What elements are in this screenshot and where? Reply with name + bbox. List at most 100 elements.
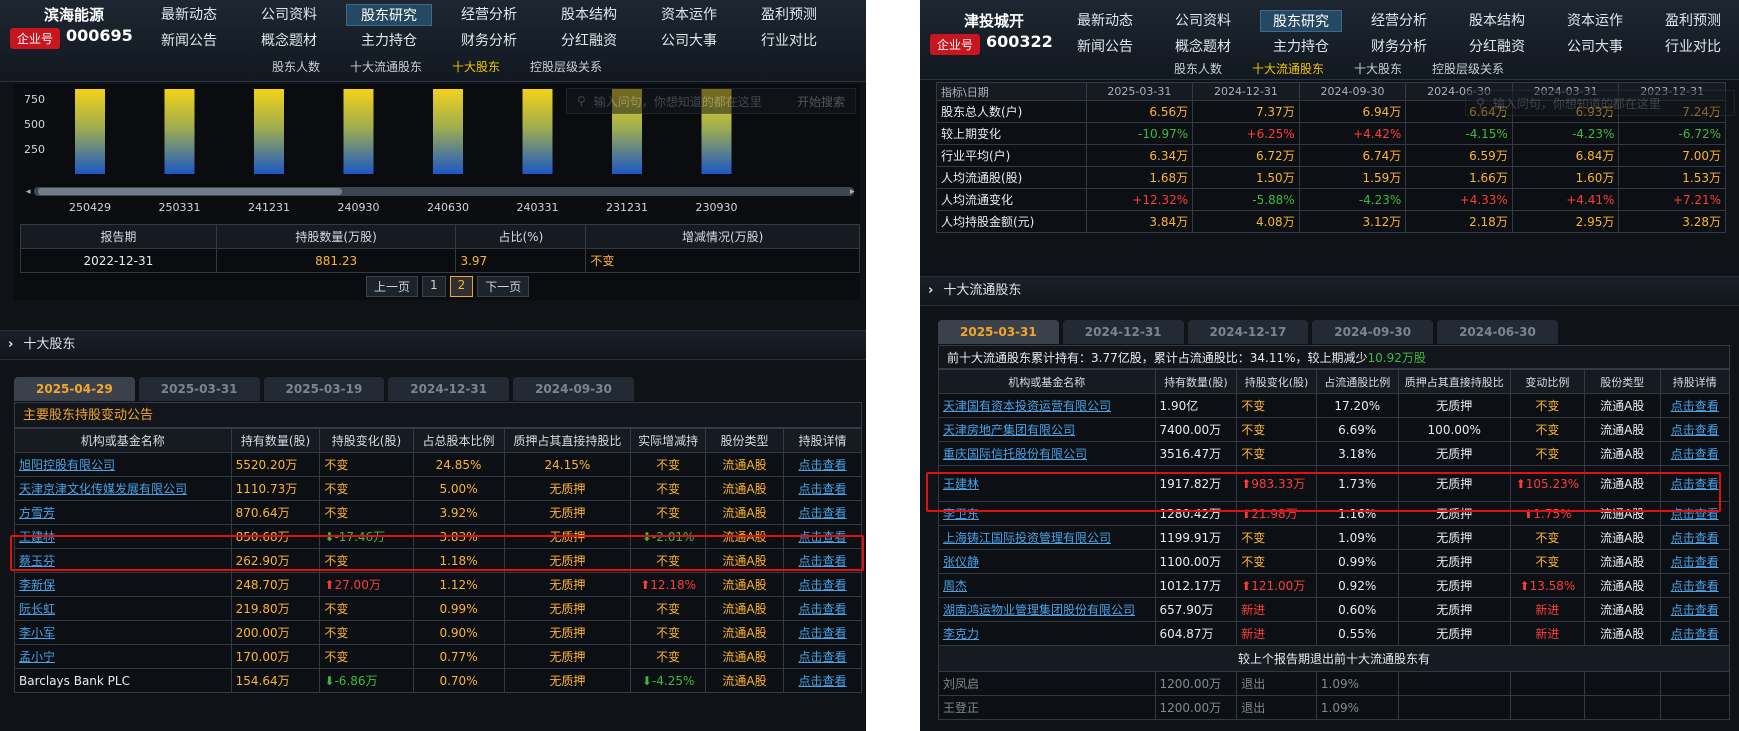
nav-item[interactable]: 经营分析 [1358,10,1440,32]
pager-next[interactable]: 下一页 [477,276,530,297]
nav-item[interactable]: 主力持仓 [1260,36,1342,58]
search-box[interactable]: ⚲ 输入问句，你想知道的都在这里 [1465,90,1735,116]
shareholder-name[interactable]: 阮长虹 [14,596,232,621]
chart-bar[interactable] [254,89,284,174]
holding-qty: 1100.00万 [1154,549,1238,574]
nav-item[interactable]: 分红融资 [546,30,632,52]
search-box[interactable]: ⚲ 输入问句，你想知道的都在这里 开始搜索 [566,88,856,114]
shareholder-name[interactable]: 旭阳控股有限公司 [14,452,232,477]
nav-item[interactable]: 财务分析 [1358,36,1440,58]
subnav-item[interactable]: 股东人数 [1174,60,1222,77]
nav-item[interactable]: 新闻公告 [1064,36,1146,58]
nav-item[interactable]: 概念题材 [1162,36,1244,58]
tab-report-date[interactable]: 2024-12-31 [1062,320,1184,344]
nav-item[interactable]: 分红融资 [1456,36,1538,58]
pager-page-1[interactable]: 1 [422,276,446,297]
enterprise-tag[interactable]: 企业号 [10,28,61,49]
tab-report-date[interactable]: 2025-03-31 [138,377,260,401]
detail-link[interactable]: 点击查看 [1659,525,1730,550]
detail-link[interactable]: 点击查看 [1659,597,1730,622]
subnav-item[interactable]: 十大股东 [1354,60,1402,77]
chart-bar[interactable] [343,89,374,174]
shareholder-name[interactable]: 湖南鸿运物业管理集团股份有限公司 [938,597,1156,622]
nav-item[interactable]: 股本结构 [1456,10,1538,32]
nav-item[interactable]: 股本结构 [546,4,632,26]
shareholder-name[interactable]: 天津房地产集团有限公司 [938,417,1156,442]
detail-link[interactable]: 点击查看 [1659,441,1730,466]
subnav-item[interactable]: 十大股东 [452,58,500,75]
shareholder-name[interactable]: 周杰 [938,573,1156,598]
nav-item[interactable]: 经营分析 [446,4,532,26]
chart-bar[interactable] [75,89,105,174]
nav-item[interactable]: 盈利预测 [746,4,832,26]
detail-link[interactable]: 点击查看 [782,644,863,669]
nav-item[interactable]: 股东研究 [346,4,432,26]
nav-item[interactable]: 公司大事 [1554,36,1636,58]
nav-item[interactable]: 行业对比 [746,30,832,52]
shareholder-name[interactable]: 上海铸江国际投资管理有限公司 [938,525,1156,550]
tab-report-date[interactable]: 2024-06-30 [1437,320,1558,344]
tab-report-date[interactable]: 2024-09-30 [513,377,634,401]
nav-item[interactable]: 概念题材 [246,30,332,52]
shareholder-name[interactable]: 天津国有资本投资运营有限公司 [938,393,1156,418]
nav-item[interactable]: 股东研究 [1260,10,1342,32]
tab-report-date[interactable]: 2024-12-17 [1187,320,1309,344]
scroll-left-arrow[interactable]: ◂ [26,187,31,197]
nav-item[interactable]: 公司资料 [246,4,332,26]
pager-prev[interactable]: 上一页 [366,276,419,297]
detail-link[interactable]: 点击查看 [782,620,863,645]
nav-item[interactable]: 盈利预测 [1652,10,1734,32]
float-pct: 0.92% [1315,573,1399,598]
search-input[interactable]: 输入问句，你想知道的都在这里 [594,93,762,110]
nav-item[interactable]: 资本运作 [1554,10,1636,32]
nav-item[interactable]: 最新动态 [1064,10,1146,32]
search-input[interactable]: 输入问句，你想知道的都在这里 [1493,95,1661,112]
shareholder-name[interactable]: 张仪静 [938,549,1156,574]
subnav-item[interactable]: 十大流通股东 [350,58,422,75]
subnav-item[interactable]: 控股层级关系 [1432,60,1504,77]
search-button[interactable]: 开始搜索 [797,93,845,110]
detail-link[interactable]: 点击查看 [782,596,863,621]
subnav-item[interactable]: 控股层级关系 [530,58,602,75]
detail-link[interactable]: 点击查看 [1659,549,1730,574]
tab-report-date[interactable]: 2025-03-31 [938,320,1059,344]
nav-item[interactable]: 公司资料 [1162,10,1244,32]
detail-link[interactable]: 点击查看 [782,668,863,693]
nav-item[interactable]: 主力持仓 [346,30,432,52]
chart-scroll-thumb[interactable] [38,188,342,195]
pledge-ratio: 无质押 [503,620,632,645]
nav-item[interactable]: 新闻公告 [146,30,232,52]
nav-item[interactable]: 公司大事 [646,30,732,52]
chart-bar[interactable] [433,89,463,174]
detail-link[interactable]: 点击查看 [1659,573,1730,598]
pager-page-2[interactable]: 2 [449,276,474,297]
detail-link[interactable]: 点击查看 [1659,621,1730,646]
scroll-right-arrow[interactable]: ▸ [850,187,855,197]
shareholder-name[interactable]: 李小军 [14,620,232,645]
tab-report-date[interactable]: 2024-12-31 [388,377,510,401]
detail-link[interactable]: 点击查看 [1659,417,1730,442]
shareholder-name[interactable]: 孟小宁 [14,644,232,669]
nav-item[interactable]: 最新动态 [146,4,232,26]
shareholder-name[interactable]: 重庆国际信托股份有限公司 [938,441,1156,466]
detail-link[interactable]: 点击查看 [782,452,863,477]
chart-bar[interactable] [522,89,553,174]
enterprise-tag[interactable]: 企业号 [930,34,981,55]
shareholder-name[interactable]: 天津京津文化传媒发展有限公司 [14,476,232,501]
nav-item[interactable]: 行业对比 [1652,36,1734,58]
shareholder-name[interactable]: 方雪芳 [14,500,232,525]
tab-report-date[interactable]: 2024-09-30 [1312,320,1434,344]
detail-link[interactable]: 点击查看 [1659,393,1730,418]
detail-link[interactable]: 点击查看 [782,476,863,501]
nav-item[interactable]: 资本运作 [646,4,732,26]
chart-bar[interactable] [164,89,195,174]
tab-report-date[interactable]: 2025-04-29 [14,377,135,401]
subnav-item[interactable]: 股东人数 [272,58,320,75]
subnav-item[interactable]: 十大流通股东 [1252,60,1324,77]
shareholder-name[interactable]: 李克力 [938,621,1156,646]
nav-item[interactable]: 财务分析 [446,30,532,52]
shareholder-name[interactable]: 李新保 [14,572,232,597]
tab-report-date[interactable]: 2025-03-19 [263,377,385,401]
detail-link[interactable]: 点击查看 [782,572,863,597]
detail-link[interactable]: 点击查看 [782,500,863,525]
